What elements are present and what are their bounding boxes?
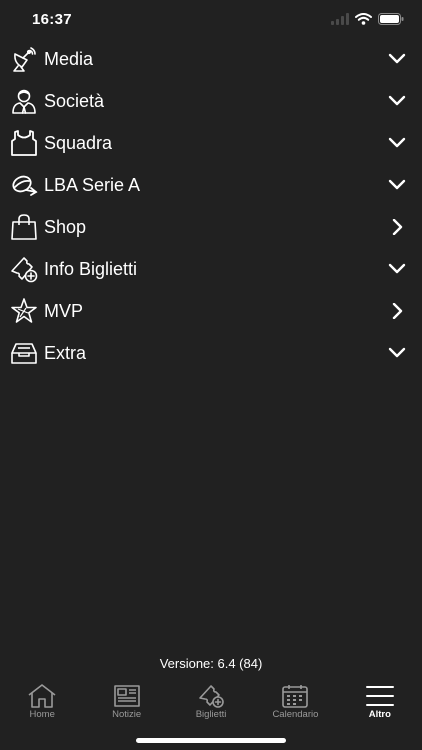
tab-notizie[interactable]: Notizie <box>84 680 168 724</box>
satellite-dish-icon <box>10 45 38 73</box>
menu-item-label: Squadra <box>44 133 113 153</box>
tab-bar: Home Notizie Biglietti Calendario Altro <box>0 680 422 724</box>
star-icon <box>10 297 38 325</box>
tab-biglietti[interactable]: Biglietti <box>169 680 253 724</box>
menu-item-label: Shop <box>44 217 87 237</box>
status-time: 16:37 <box>32 11 72 28</box>
menu-item-mvp[interactable]: MVP <box>0 290 422 332</box>
chevron-down-icon[interactable] <box>388 93 406 109</box>
menu-item-label: Società <box>44 91 105 111</box>
tab-label: Altro <box>368 709 391 720</box>
user-tie-icon <box>10 87 38 115</box>
menu-item-info-biglietti[interactable]: Info Biglietti <box>0 248 422 290</box>
app-version: Versione: 6.4 (84) <box>159 656 263 671</box>
home-indicator[interactable] <box>136 738 286 743</box>
chevron-down-icon[interactable] <box>388 177 406 193</box>
hamburger-menu-icon <box>365 683 395 709</box>
wifi-icon <box>355 13 372 25</box>
inbox-tray-icon <box>10 339 38 367</box>
chevron-down-icon[interactable] <box>388 135 406 151</box>
menu-item-label: LBA Serie A <box>44 175 141 195</box>
menu-item-squadra[interactable]: Squadra <box>0 122 422 164</box>
ticket-add-icon <box>196 683 226 709</box>
newspaper-icon <box>112 683 142 709</box>
chevron-right-icon[interactable] <box>388 303 406 319</box>
tab-label: Home <box>29 709 55 720</box>
menu-item-label: Extra <box>44 343 87 363</box>
menu-item-label: MVP <box>44 301 84 321</box>
shopping-bag-icon <box>10 213 38 241</box>
ticket-add-icon <box>10 255 38 283</box>
tab-label: Biglietti <box>195 709 227 720</box>
menu-item-label: Info Biglietti <box>44 259 138 279</box>
status-bar: 16:37 <box>0 0 422 40</box>
menu-item-label: Media <box>44 49 94 69</box>
menu-list: Media Società Squadra LBA Serie A Shop I… <box>0 38 422 374</box>
chevron-down-icon[interactable] <box>388 345 406 361</box>
menu-item-extra[interactable]: Extra <box>0 332 422 374</box>
status-icons <box>331 13 404 25</box>
battery-icon <box>378 13 404 25</box>
tab-altro[interactable]: Altro <box>338 680 422 724</box>
chevron-down-icon[interactable] <box>388 261 406 277</box>
tab-calendario[interactable]: Calendario <box>253 680 337 724</box>
chevron-right-icon[interactable] <box>388 219 406 235</box>
tab-label: Calendario <box>272 709 319 720</box>
chevron-down-icon[interactable] <box>388 51 406 67</box>
league-logo-icon <box>10 171 38 199</box>
menu-item-lba-serie-a[interactable]: LBA Serie A <box>0 164 422 206</box>
calendar-icon <box>280 683 310 709</box>
jersey-icon <box>10 129 38 157</box>
menu-item-shop[interactable]: Shop <box>0 206 422 248</box>
signal-icon <box>331 13 349 25</box>
home-icon <box>27 683 57 709</box>
menu-item-societa[interactable]: Società <box>0 80 422 122</box>
tab-home[interactable]: Home <box>0 680 84 724</box>
menu-item-media[interactable]: Media <box>0 38 422 80</box>
tab-label: Notizie <box>112 709 142 720</box>
